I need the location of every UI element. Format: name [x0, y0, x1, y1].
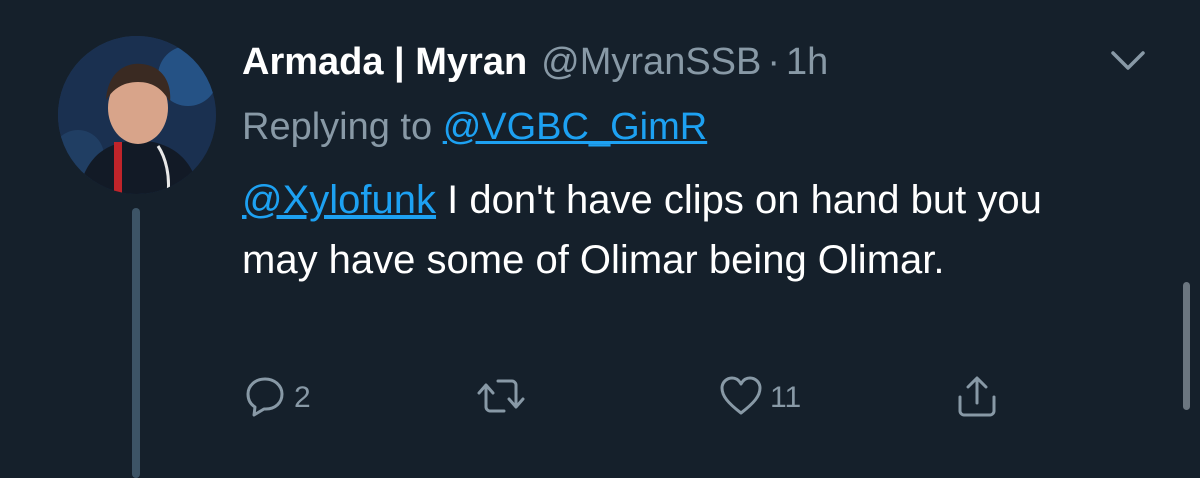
thread-line — [132, 208, 140, 478]
tweet-actions: 2 11 — [242, 370, 1022, 426]
tweet-header: Armada | Myran @MyranSSB · 1h — [242, 36, 828, 88]
like-button[interactable]: 11 — [718, 370, 801, 426]
mention-link[interactable]: @Xylofunk — [242, 178, 436, 222]
scrollbar-thumb[interactable] — [1183, 282, 1190, 410]
tweet[interactable]: Armada | Myran @MyranSSB · 1h Replying t… — [0, 0, 1200, 478]
like-count: 11 — [770, 381, 802, 414]
reply-count: 2 — [294, 381, 311, 414]
avatar-photo — [58, 36, 216, 194]
chevron-down-icon[interactable] — [1108, 44, 1148, 78]
reply-button[interactable]: 2 — [242, 370, 311, 426]
heart-icon — [718, 373, 764, 424]
separator-dot: · — [767, 41, 781, 83]
replying-label: Replying to — [242, 106, 433, 148]
display-name[interactable]: Armada | Myran — [242, 36, 527, 88]
reply-icon — [242, 373, 288, 424]
avatar[interactable] — [58, 36, 216, 194]
timestamp[interactable]: 1h — [786, 36, 828, 88]
replying-to-link[interactable]: @VGBC_GimR — [443, 106, 708, 148]
share-button[interactable] — [954, 370, 1000, 426]
replying-to-line: Replying to @VGBC_GimR — [242, 100, 707, 154]
retweet-button[interactable] — [476, 370, 526, 426]
user-handle[interactable]: @MyranSSB — [541, 36, 761, 88]
retweet-icon — [476, 373, 526, 424]
tweet-text: @Xylofunk I don't have clips on hand but… — [242, 170, 1122, 290]
share-icon — [954, 373, 1000, 424]
